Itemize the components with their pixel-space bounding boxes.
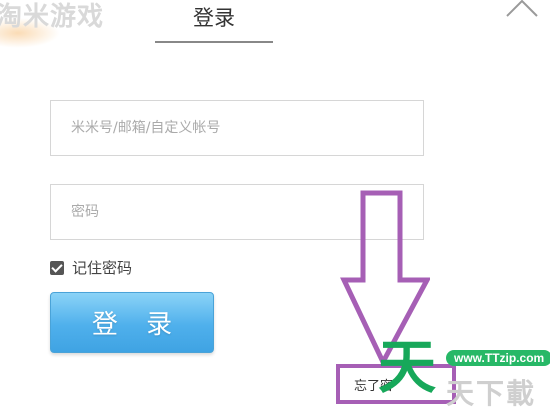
watermark-text: 天下載 bbox=[446, 377, 537, 410]
password-input[interactable] bbox=[51, 185, 423, 239]
remember-password-checkbox[interactable] bbox=[50, 260, 64, 275]
remember-password-label: 记住密码 bbox=[72, 259, 133, 277]
login-button[interactable]: 登 录 bbox=[50, 292, 214, 353]
tab-active-underline bbox=[155, 41, 273, 43]
password-field-box bbox=[50, 184, 424, 240]
app-logo: 淘米游戏 bbox=[0, 2, 105, 32]
account-input[interactable] bbox=[51, 101, 423, 155]
account-field-box bbox=[50, 100, 424, 156]
tab-login[interactable]: 登录 bbox=[155, 0, 273, 44]
watermark-url: www.TTzip.com bbox=[446, 350, 550, 366]
login-button-label: 登 录 bbox=[91, 310, 183, 340]
remember-password-row[interactable]: 记住密码 bbox=[50, 257, 132, 278]
tab-login-label: 登录 bbox=[193, 6, 235, 30]
watermark-logo: 天 bbox=[378, 333, 437, 401]
chevron-up-icon[interactable] bbox=[504, 0, 540, 20]
